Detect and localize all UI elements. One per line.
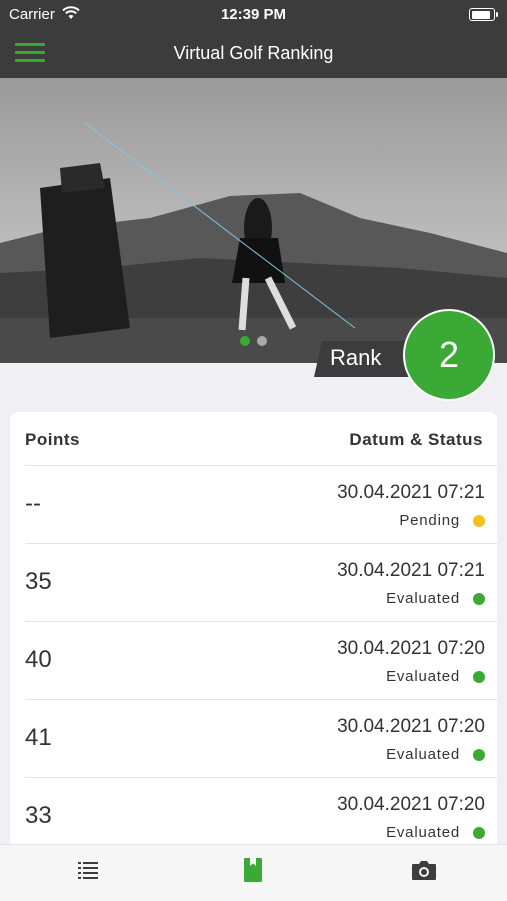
points-header: Points <box>25 430 80 449</box>
row-points: 40 <box>25 646 52 673</box>
status-dot <box>473 827 485 839</box>
row-date: 30.04.2021 07:21 <box>337 482 485 503</box>
row-status: Evaluated <box>386 824 460 841</box>
clock: 12:39 PM <box>220 6 287 23</box>
row-status: Pending <box>399 512 460 529</box>
row-status: Evaluated <box>386 668 460 685</box>
scores-table: Points Datum & Status -- 30.04.2021 07:2… <box>10 412 497 852</box>
row-date: 30.04.2021 07:20 <box>337 638 485 659</box>
status-dot <box>473 749 485 761</box>
page-indicator-dot[interactable] <box>257 336 267 346</box>
date-status-header: Datum & Status <box>349 430 483 449</box>
camera-icon[interactable] <box>409 855 439 885</box>
nav-bar: Virtual Golf Ranking <box>0 30 507 78</box>
status-bar: Carrier 12:39 PM <box>0 0 507 30</box>
row-date: 30.04.2021 07:20 <box>337 716 485 737</box>
row-points: 33 <box>25 802 52 829</box>
scorecard-icon[interactable] <box>238 855 268 885</box>
table-row[interactable]: 33 30.04.2021 07:20 Evaluated <box>25 778 497 852</box>
table-row[interactable]: 40 30.04.2021 07:20 Evaluated <box>25 622 497 700</box>
list-icon[interactable] <box>73 855 103 885</box>
battery-icon <box>469 8 498 21</box>
row-status: Evaluated <box>386 746 460 763</box>
row-date: 30.04.2021 07:20 <box>337 794 485 815</box>
row-points: 35 <box>25 568 52 595</box>
status-dot <box>473 671 485 683</box>
tab-bar <box>0 844 507 901</box>
row-points: 41 <box>25 724 52 751</box>
rank-badge: 2 <box>403 309 495 401</box>
table-row[interactable]: 41 30.04.2021 07:20 Evaluated <box>25 700 497 778</box>
row-date: 30.04.2021 07:21 <box>337 560 485 581</box>
row-points: -- <box>25 490 41 517</box>
table-row[interactable]: -- 30.04.2021 07:21 Pending <box>25 466 497 544</box>
status-dot <box>473 593 485 605</box>
page-title: Virtual Golf Ranking <box>173 43 334 63</box>
page-indicator-dot-active[interactable] <box>240 336 250 346</box>
status-dot <box>473 515 485 527</box>
row-status: Evaluated <box>386 590 460 607</box>
table-row[interactable]: 35 30.04.2021 07:21 Evaluated <box>25 544 497 622</box>
rank-label: Rank <box>330 345 382 370</box>
